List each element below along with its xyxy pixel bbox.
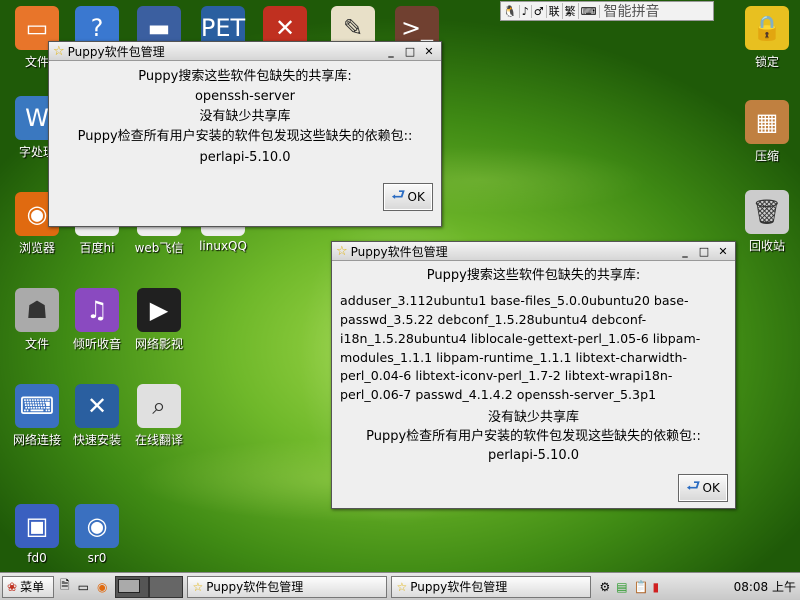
- dependency-list: adduser_3.112ubuntu1 base-files_5.0.0ubu…: [338, 292, 729, 405]
- dependency-line: perl_0.04-6 libtext-iconv-perl_1.7-2 lib…: [340, 368, 673, 384]
- quicklaunch-browser-icon[interactable]: ◉: [97, 580, 107, 594]
- ime-toolbar[interactable]: 🐧 ♪ ♂ 联 繁 ⌨ 智能拼音: [500, 1, 714, 21]
- lock-icon: 🔒: [745, 6, 789, 50]
- quicklaunch-drive-icon[interactable]: ▭: [78, 580, 89, 594]
- star-icon: ☆: [192, 579, 204, 594]
- dialog-package-manager-1: ☆ Puppy软件包管理 _ □ ✕ Puppy搜索这些软件包缺失的共享库: o…: [48, 41, 442, 227]
- dependency-line: adduser_3.112ubuntu1 base-files_5.0.0ubu…: [340, 292, 689, 308]
- tux-icon[interactable]: 🐧: [501, 4, 520, 18]
- desktop-icon-label: sr0: [87, 551, 107, 565]
- desktop-icon[interactable]: ⌨ 网络连接: [4, 384, 70, 448]
- trash-icon: 🗑: [745, 190, 789, 234]
- desktop-icon[interactable]: ▣ fd0: [4, 504, 70, 565]
- quicklaunch-filemanager-icon[interactable]: 🗎: [60, 576, 70, 597]
- desktop-icon-label: 百度hi: [79, 241, 115, 255]
- desktop-icon-label: 网络连接: [12, 433, 61, 447]
- file-manager-icon: ☗: [15, 288, 59, 332]
- dialog-body: Puppy搜索这些软件包缺失的共享库: adduser_3.112ubuntu1…: [332, 261, 735, 472]
- desktop-icon-label: linuxQQ: [199, 239, 247, 253]
- missing-deps-label: Puppy检查所有用户安装的软件包发现这些缺失的依赖包::: [366, 429, 701, 445]
- start-menu-button[interactable]: ❀ 菜单: [2, 575, 54, 598]
- ok-button[interactable]: ⮐ OK: [678, 474, 728, 502]
- no-missing-libs-label: 没有缺少共享库: [487, 410, 579, 426]
- battery-tray-icon[interactable]: ▤: [616, 580, 627, 594]
- desktop-icon-label: web飞信: [134, 241, 184, 255]
- close-button[interactable]: ✕: [715, 245, 731, 258]
- desktop-icon[interactable]: ▶ 网络影视: [126, 288, 192, 352]
- radio-icon: ♫: [75, 288, 119, 332]
- taskbar-window-1[interactable]: ☆ Puppy软件包管理: [187, 575, 388, 598]
- desktop-pager[interactable]: [115, 575, 150, 598]
- desktop-icon[interactable]: 🗑 回收站: [734, 190, 800, 254]
- desktop-icon[interactable]: ◉ sr0: [64, 504, 130, 565]
- window-title: Puppy软件包管理: [67, 44, 165, 59]
- desktop-icon-label: 网络影视: [134, 337, 183, 351]
- lianxiang-toggle[interactable]: 联: [547, 3, 563, 19]
- dialog-package-manager-2: ☆ Puppy软件包管理 _ □ ✕ Puppy搜索这些软件包缺失的共享库: a…: [331, 241, 736, 509]
- puppy-icon: ❀: [7, 579, 18, 594]
- package-name: openssh-server: [194, 89, 296, 105]
- translate-icon: ⌕: [137, 384, 181, 428]
- ok-button[interactable]: ⮐ OK: [383, 183, 433, 211]
- no-missing-libs-label: 没有缺少共享库: [199, 109, 291, 125]
- desktop-icon-label: 倾听收音: [72, 337, 121, 351]
- missing-dep-value: perlapi-5.10.0: [487, 447, 580, 463]
- maximize-button[interactable]: □: [402, 45, 418, 58]
- desktop-icon-label: 压缩: [754, 149, 779, 163]
- traditional-toggle[interactable]: 繁: [563, 3, 579, 19]
- desktop-icon[interactable]: ✕ 快速安装: [64, 384, 130, 448]
- desktop-icon-label: 锁定: [754, 55, 779, 69]
- enter-arrow-icon: ⮐: [391, 184, 406, 204]
- taskbar: ❀ 菜单 🗎 ▭ ◉ ☆ Puppy软件包管理 ☆ Puppy软件包管理 ⚙ ▤…: [0, 572, 800, 600]
- pager-empty-slot[interactable]: [149, 575, 184, 598]
- desktop-icon-label: 文件: [24, 337, 49, 351]
- punct-icon[interactable]: ♂: [532, 4, 547, 18]
- close-button[interactable]: ✕: [421, 45, 437, 58]
- desktop-icon-label: 回收站: [748, 239, 785, 253]
- volume-tray-icon[interactable]: ▮: [653, 580, 660, 594]
- dependency-line: perl_0.06-7 passwd_4.1.4.2 openssh-serve…: [340, 387, 657, 403]
- search-libs-label: Puppy搜索这些软件包缺失的共享库:: [426, 268, 641, 283]
- ime-label[interactable]: 智能拼音: [600, 1, 662, 21]
- desktop-icon[interactable]: ☗ 文件: [4, 288, 70, 352]
- desktop-icon-label: fd0: [27, 551, 47, 565]
- clock[interactable]: 08:08 上午: [734, 578, 796, 595]
- star-icon: ☆: [396, 579, 408, 594]
- dependency-line: passwd_3.5.22 debconf_1.5.28ubuntu4 debc…: [340, 311, 647, 327]
- star-icon: ☆: [336, 243, 348, 259]
- title-bar[interactable]: ☆ Puppy软件包管理 _ □ ✕: [332, 242, 735, 261]
- taskbar-window-2[interactable]: ☆ Puppy软件包管理: [391, 575, 592, 598]
- dependency-line: i18n_1.5.28ubuntu4 liblocale-gettext-per…: [340, 330, 701, 346]
- minimize-button[interactable]: _: [383, 45, 399, 58]
- maximize-button[interactable]: □: [696, 245, 712, 258]
- desktop-icon-label: 在线翻译: [134, 433, 183, 447]
- missing-dep-value: perlapi-5.10.0: [199, 149, 291, 165]
- quick-install-icon: ✕: [75, 384, 119, 428]
- dialog-body: Puppy搜索这些软件包缺失的共享库: openssh-server 没有缺少共…: [49, 61, 441, 174]
- window-title: Puppy软件包管理: [350, 244, 448, 259]
- desktop-icon[interactable]: ▦ 压缩: [734, 100, 800, 164]
- desktop-icon[interactable]: 🔒 锁定: [734, 6, 800, 70]
- desktop-icon-label: 快速安装: [72, 433, 121, 447]
- desktop-icon-label: 浏览器: [18, 241, 55, 255]
- search-libs-label: Puppy搜索这些软件包缺失的共享库:: [138, 69, 352, 84]
- music-icon[interactable]: ♪: [520, 4, 532, 18]
- star-icon: ☆: [53, 43, 65, 59]
- keyboard-icon[interactable]: ⌨: [579, 4, 600, 18]
- enter-arrow-icon: ⮐: [686, 475, 701, 495]
- minimize-button[interactable]: _: [677, 245, 693, 258]
- missing-deps-label: Puppy检查所有用户安装的软件包发现这些缺失的依赖包::: [77, 129, 413, 145]
- cdrom-icon: ◉: [75, 504, 119, 548]
- title-bar[interactable]: ☆ Puppy软件包管理 _ □ ✕: [49, 42, 441, 61]
- archive-icon: ▦: [745, 100, 789, 144]
- clipboard-tray-icon[interactable]: 📋: [634, 580, 649, 594]
- dependency-line: modules_1.1.1 libpam-runtime_1.1.1 libte…: [340, 349, 688, 365]
- network-icon: ⌨: [15, 384, 59, 428]
- network-tray-icon[interactable]: ⚙: [599, 580, 610, 594]
- floppy-icon: ▣: [15, 504, 59, 548]
- video-icon: ▶: [137, 288, 181, 332]
- desktop-icon[interactable]: ♫ 倾听收音: [64, 288, 130, 352]
- desktop-icon[interactable]: ⌕ 在线翻译: [126, 384, 192, 448]
